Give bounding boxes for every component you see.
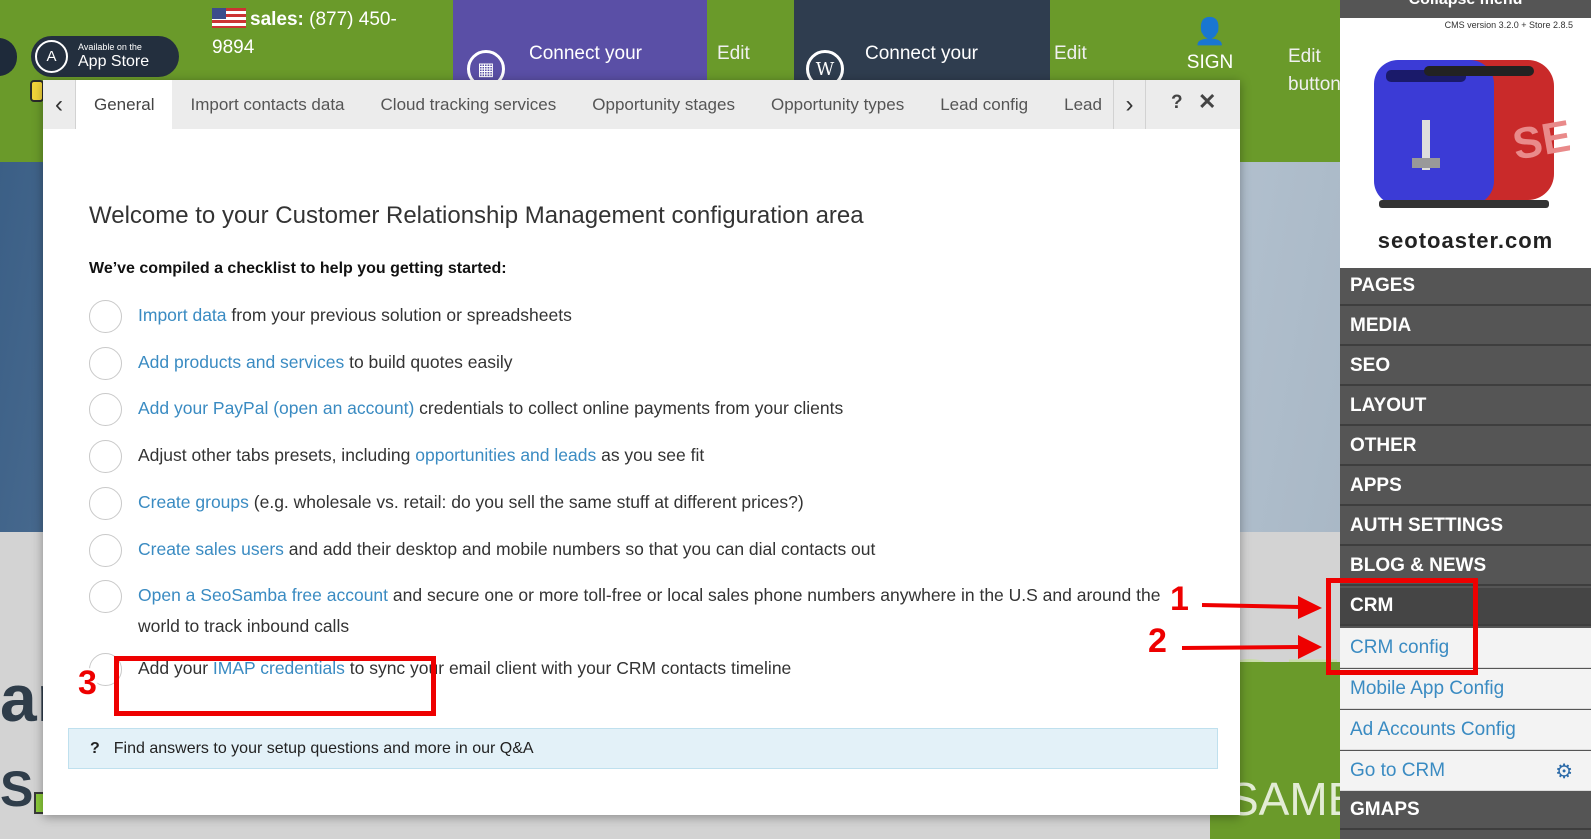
checklist-heading: We’ve compiled a checklist to help you g… <box>89 260 507 277</box>
menu-ad-accounts-config[interactable]: Ad Accounts Config <box>1340 710 1591 750</box>
tab-general[interactable]: General <box>76 80 173 129</box>
import-data-link[interactable]: Import data <box>138 305 227 325</box>
connect-label-2: Connect your <box>865 43 979 64</box>
menu-apps[interactable]: APPS <box>1340 468 1591 506</box>
checkbox-circle[interactable] <box>89 580 122 613</box>
tab-opportunity-stages[interactable]: Opportunity stages <box>574 80 753 129</box>
admin-side-menu: Collapse menu CMS version 3.2.0 + Store … <box>1340 0 1591 839</box>
checklist-text: from your previous solution or spreadshe… <box>226 305 572 325</box>
go-to-crm-label: Go to CRM <box>1350 759 1446 781</box>
checklist-text: as you see fit <box>596 445 705 465</box>
edit-button-3-label: Edit <box>1288 46 1321 67</box>
app-store-label: App Store <box>78 53 150 70</box>
seosamba-account-link[interactable]: Open a SeoSamba free account <box>138 585 388 605</box>
checklist-text: credentials to collect online payments f… <box>414 398 844 418</box>
cms-version: CMS version 3.2.0 + Store 2.8.5 <box>1444 20 1573 30</box>
checklist-item: Adjust other tabs presets, including opp… <box>89 440 1169 473</box>
checkbox-circle[interactable] <box>89 300 122 333</box>
tabs-scroll-left[interactable]: ‹ <box>43 80 76 129</box>
checklist-item: Open a SeoSamba free account and secure … <box>89 580 1169 642</box>
menu-layout[interactable]: LAYOUT <box>1340 388 1591 426</box>
checkbox-circle[interactable] <box>89 440 122 473</box>
tab-opportunity-types[interactable]: Opportunity types <box>753 80 922 129</box>
sign-label: SIGN <box>1186 52 1234 73</box>
menu-other[interactable]: OTHER <box>1340 428 1591 466</box>
imap-highlight-box <box>114 656 436 716</box>
add-user-icon: 👤 <box>1193 16 1227 46</box>
menu-gmaps[interactable]: GMAPS <box>1340 792 1591 830</box>
seotoaster-logo: CMS version 3.2.0 + Store 2.8.5 SEO seot… <box>1340 18 1591 268</box>
checklist-item: Import data from your previous solution … <box>89 300 1169 333</box>
edit-button-1[interactable]: Edit <box>717 43 750 65</box>
close-button[interactable]: ✕ <box>1198 89 1216 115</box>
checkbox-circle[interactable] <box>89 487 122 520</box>
sales-label: sales: <box>250 9 304 30</box>
chevron-left-icon: ‹ <box>55 90 63 118</box>
help-button[interactable]: ? <box>1171 92 1183 114</box>
chevron-right-icon: › <box>1125 90 1134 118</box>
connect-label-1: Connect your <box>529 43 643 64</box>
tab-import-contacts[interactable]: Import contacts data <box>172 80 362 129</box>
tab-lead-config[interactable]: Lead config <box>922 80 1046 129</box>
tab-cloud-tracking[interactable]: Cloud tracking services <box>363 80 575 129</box>
menu-mobile-app-config[interactable]: Mobile App Config <box>1340 669 1591 709</box>
opportunities-leads-link[interactable]: opportunities and leads <box>415 445 596 465</box>
tabs-scroll-right[interactable]: › <box>1113 80 1146 129</box>
question-icon: ? <box>90 739 100 757</box>
checkbox-circle[interactable] <box>89 347 122 380</box>
checklist-text: to build quotes easily <box>344 352 513 372</box>
app-store-small-text: Available on the <box>78 42 142 52</box>
tab-bar: ‹ General Import contacts data Cloud tra… <box>43 80 1240 129</box>
step-2-label: 2 <box>1148 622 1167 660</box>
menu-media[interactable]: MEDIA <box>1340 308 1591 346</box>
checkbox-circle[interactable] <box>89 393 122 426</box>
tab-lead[interactable]: Lead <box>1046 80 1113 129</box>
connect-seotoaster-tile[interactable]: ▦ Connect your <box>453 0 707 88</box>
menu-go-to-crm[interactable]: Go to CRM ⚙ <box>1340 751 1591 791</box>
collapse-menu-button[interactable]: Collapse menu <box>1340 0 1591 9</box>
gear-icon[interactable]: ⚙ <box>1555 759 1573 784</box>
us-flag-icon <box>212 8 246 28</box>
app-store-icon: A <box>35 40 68 73</box>
checklist-item: Create sales users and add their desktop… <box>89 534 1169 567</box>
edit-button-3-label-2: button <box>1288 74 1341 95</box>
paypal-link[interactable]: Add your PayPal (open an account) <box>138 398 414 418</box>
menu-pages[interactable]: PAGES <box>1340 268 1591 306</box>
crm-highlight-box <box>1326 578 1478 675</box>
checklist-item: Add products and services to build quote… <box>89 347 1169 380</box>
logo-text: seotoaster.com <box>1377 228 1554 253</box>
add-products-link[interactable]: Add products and services <box>138 352 344 372</box>
step-3-label: 3 <box>78 664 97 702</box>
qa-link-text: Find answers to your setup questions and… <box>113 739 534 757</box>
page-title: Welcome to your Customer Relationship Ma… <box>89 202 864 229</box>
create-sales-users-link[interactable]: Create sales users <box>138 539 284 559</box>
sign-in-button[interactable]: 👤 SIGN <box>1180 18 1240 74</box>
connect-wordpress-tile[interactable]: W Connect your <box>794 0 1050 88</box>
menu-auth-settings[interactable]: AUTH SETTINGS <box>1340 508 1591 546</box>
smiley-icon <box>30 80 44 102</box>
menu-seo[interactable]: SEO <box>1340 348 1591 386</box>
checklist-text: and add their desktop and mobile numbers… <box>283 539 876 559</box>
tab-list: General Import contacts data Cloud track… <box>76 80 1113 129</box>
checklist-text: Adjust other tabs presets, including <box>138 445 416 465</box>
qa-help-bar[interactable]: ? Find answers to your setup questions a… <box>68 728 1218 769</box>
checklist-item: Create groups (e.g. wholesale vs. retail… <box>89 487 1169 520</box>
toaster-logo-icon: SEO <box>1374 60 1570 208</box>
checkbox-circle[interactable] <box>89 534 122 567</box>
app-store-badge[interactable]: A Available on the App Store <box>31 36 179 77</box>
step-1-label: 1 <box>1170 580 1189 618</box>
checklist-text: (e.g. wholesale vs. retail: do you sell … <box>248 492 804 512</box>
create-groups-link[interactable]: Create groups <box>138 492 249 512</box>
checklist-item: Add your PayPal (open an account) creden… <box>89 393 1169 426</box>
bg-heading-fragment-2: S <box>0 761 34 817</box>
edit-button-2[interactable]: Edit <box>1054 43 1087 65</box>
edit-button-3[interactable]: Edit button <box>1288 43 1341 99</box>
